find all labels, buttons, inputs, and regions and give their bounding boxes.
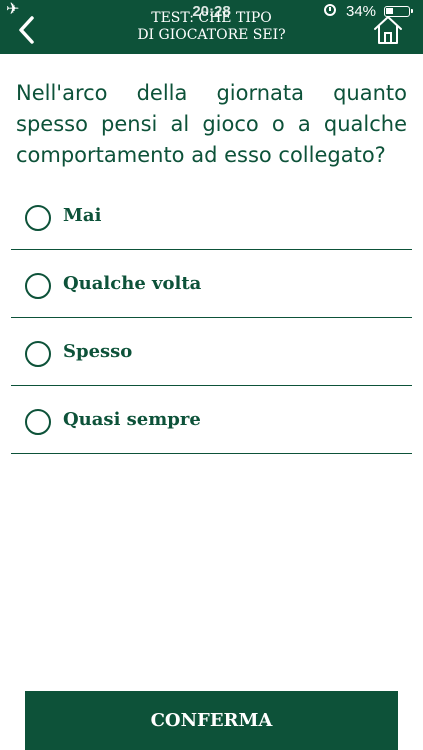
chevron-left-icon (19, 16, 34, 44)
option-spesso[interactable]: Spesso (11, 318, 412, 386)
option-label: Qualche volta (63, 273, 202, 294)
question-text: Nell'arco della giornata quanto spesso p… (16, 81, 407, 167)
radio-button-icon[interactable] (25, 409, 51, 435)
confirm-button[interactable]: CONFERMA (25, 691, 398, 750)
page-title: TEST: CHE TIPO DI GIOCATORE SEI? (100, 10, 323, 44)
option-qualche-volta[interactable]: Qualche volta (11, 250, 412, 318)
radio-button-icon[interactable] (25, 273, 51, 299)
option-mai[interactable]: Mai (11, 182, 412, 250)
radio-button-icon[interactable] (25, 341, 51, 367)
home-button[interactable] (372, 14, 404, 46)
answer-options: Mai Qualche volta Spesso Quasi sempre (11, 182, 412, 454)
back-button[interactable] (10, 14, 46, 46)
radio-button-icon[interactable] (25, 205, 51, 231)
page-title-line-1: TEST: CHE TIPO (151, 10, 272, 26)
option-quasi-sempre[interactable]: Quasi sempre (11, 386, 412, 454)
option-label: Spesso (63, 341, 133, 362)
home-icon (374, 16, 402, 44)
alarm-icon (324, 4, 336, 16)
option-label: Quasi sempre (63, 409, 201, 430)
option-label: Mai (63, 205, 102, 226)
page-title-line-2: DI GIOCATORE SEI? (137, 27, 286, 43)
app-header: ✈ 20:28 34% TEST: CHE TIPO DI GIOCATORE … (0, 0, 423, 54)
